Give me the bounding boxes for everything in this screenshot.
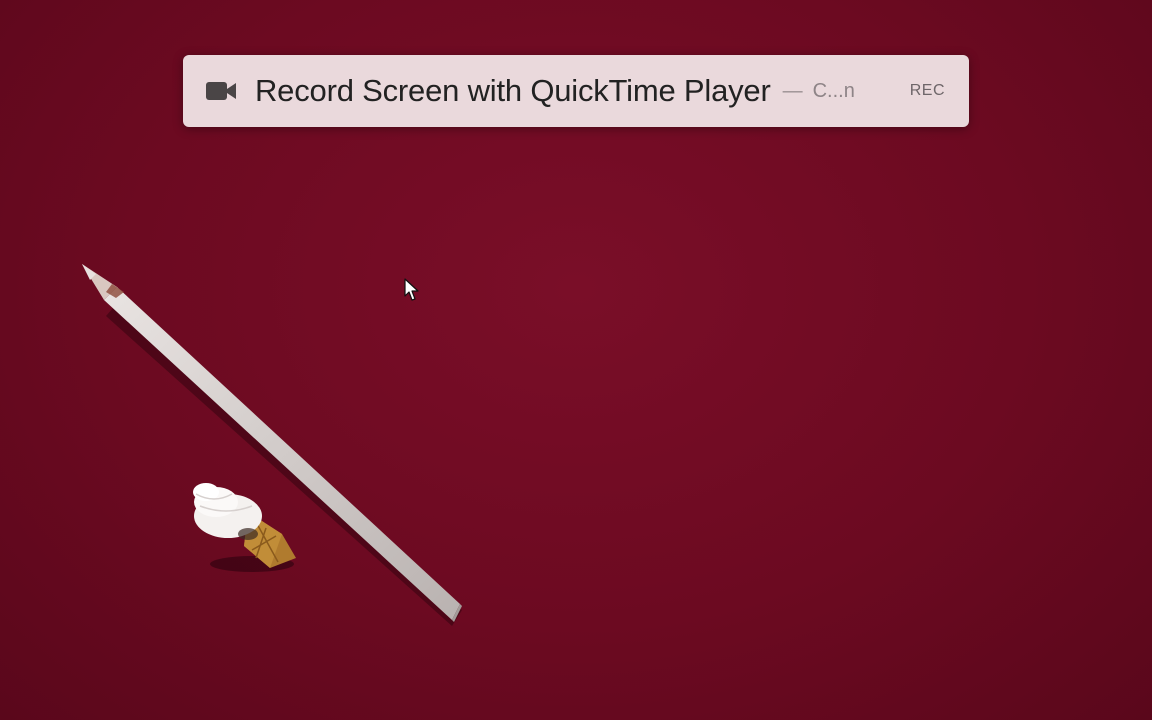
completion-separator: — <box>782 79 803 102</box>
search-query[interactable]: Record Screen with QuickTime Player <box>255 73 771 109</box>
result-kind-label: REC <box>909 82 945 99</box>
completion-hint: C...n <box>812 79 855 102</box>
ice-cream-eraser-image <box>193 483 296 572</box>
spotlight-search-bar[interactable]: Record Screen with QuickTime Player — C.… <box>183 55 969 127</box>
video-camera-icon <box>206 82 236 100</box>
mouse-cursor-icon <box>404 278 419 301</box>
